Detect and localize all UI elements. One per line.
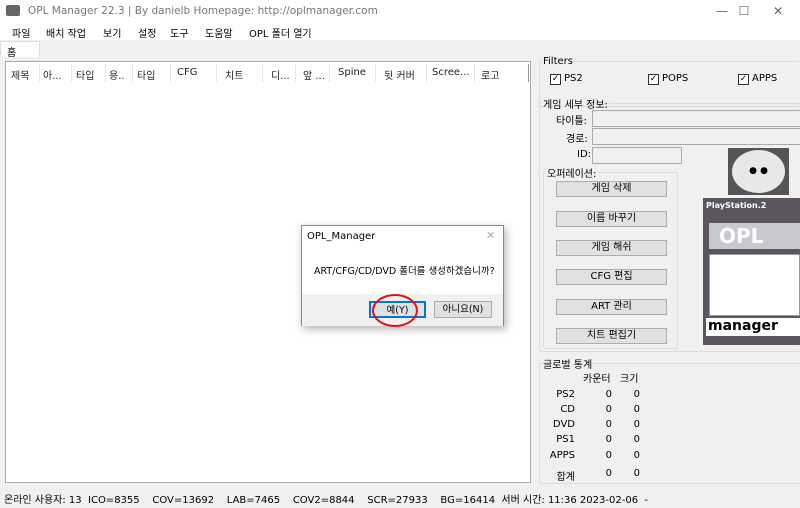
column-header[interactable]: 앞 ...	[303, 67, 325, 82]
cover-screenshot	[709, 254, 800, 316]
column-header[interactable]: Spine	[338, 67, 366, 78]
pops-label: POPS	[662, 73, 689, 84]
column-header[interactable]: 로고	[481, 67, 499, 82]
id-field[interactable]	[592, 147, 682, 164]
column-header[interactable]: 용..	[109, 67, 125, 82]
cheat-editor-button[interactable]: 치트 편집기	[556, 328, 667, 344]
stats-row-label: PS1	[556, 434, 575, 445]
stats-row-label: 합계	[556, 472, 575, 483]
title-field[interactable]	[592, 110, 800, 127]
stats-row-count: 0	[605, 419, 612, 430]
dialog-title: OPL_Manager	[307, 231, 376, 242]
stats-row-count: 0	[605, 434, 612, 445]
tab-home[interactable]: 홈	[0, 41, 40, 59]
edit-cfg-button[interactable]: CFG 편집	[556, 269, 667, 285]
no-button[interactable]: 아니요(N)	[434, 301, 492, 318]
stats-row-size: 0	[633, 450, 640, 461]
delete-game-button[interactable]: 게임 삭제	[556, 181, 667, 197]
stats-row-size: 0	[633, 419, 640, 430]
dialog-message: ART/CFG/CD/DVD 폴더를 생성하겠습니까?	[314, 266, 495, 277]
stats-header-size: 크기	[620, 374, 639, 385]
stats-row-label: APPS	[549, 450, 575, 461]
title-bar: OPL Manager 22.3 | By danielb Homepage: …	[0, 0, 800, 22]
rename-button[interactable]: 이름 바꾸기	[556, 211, 667, 227]
cover-header: PlayStation.2	[706, 201, 767, 210]
apps-label: APPS	[752, 73, 778, 84]
disc-logo: ● ●	[732, 150, 785, 193]
path-field[interactable]	[592, 128, 800, 145]
game-details-title: 게임 세부 정보:	[543, 100, 608, 111]
column-header[interactable]: 뒷 커버	[384, 67, 415, 82]
status-bar: 온라인 사용자: 13 ICO=8355 COV=13692 LAB=7465 …	[4, 495, 649, 506]
cover-logo: OPL	[709, 223, 800, 249]
disc-image: ● ●	[728, 148, 789, 195]
column-header[interactable]: 디...	[271, 67, 290, 82]
stats-row-size: 0	[633, 434, 640, 445]
title-label: 타이틀:	[556, 116, 587, 127]
filters-title: Filters	[543, 56, 573, 67]
column-header[interactable]: CFG	[177, 67, 197, 78]
menu-tools[interactable]: 도구	[170, 25, 188, 40]
path-label: 경로:	[566, 134, 588, 145]
stats-row-count: 0	[605, 468, 612, 479]
pops-checkbox[interactable]: ✓	[648, 74, 659, 85]
stats-row-label: DVD	[552, 419, 575, 430]
menu-file[interactable]: 파일	[12, 25, 30, 40]
window-title: OPL Manager 22.3 | By danielb Homepage: …	[28, 5, 378, 17]
menu-bar: 파일 배치 작업 보기 설정 도구 도움말 OPL 폴더 열기	[0, 22, 800, 40]
column-header[interactable]: 타입	[76, 67, 94, 82]
close-button[interactable]: ✕	[756, 0, 800, 22]
global-stats-title: 글로벌 통계	[543, 360, 593, 371]
dialog-close-button[interactable]: ✕	[486, 229, 495, 242]
stats-row-size: 0	[633, 389, 640, 400]
menu-batch[interactable]: 배치 작업	[46, 25, 86, 40]
column-header[interactable]: 타입	[137, 67, 155, 82]
menu-view[interactable]: 보기	[103, 25, 121, 40]
stats-row-size: 0	[633, 468, 640, 479]
stats-header-counter: 카운터	[583, 374, 611, 385]
cover-footer: manager	[706, 318, 800, 336]
menu-open-opl-folder[interactable]: OPL 폴더 열기	[249, 25, 312, 40]
ps2-label: PS2	[564, 73, 583, 84]
stats-row-count: 0	[605, 389, 612, 400]
manage-art-button[interactable]: ART 관리	[556, 299, 667, 315]
menu-settings[interactable]: 설정	[138, 25, 156, 40]
menu-help[interactable]: 도움말	[205, 25, 233, 40]
game-hash-button[interactable]: 게임 해쉬	[556, 240, 667, 256]
apps-checkbox[interactable]: ✓	[738, 74, 749, 85]
stats-row-label: CD	[560, 404, 575, 415]
id-label: ID:	[577, 149, 592, 160]
global-stats-group: 글로벌 통계	[539, 356, 800, 484]
column-header[interactable]: 아...	[43, 67, 62, 82]
operations-title: 오퍼레이션:	[547, 169, 597, 180]
cover-image: PlayStation.2 OPL manager	[703, 198, 800, 345]
highlight-circle	[372, 294, 418, 327]
column-header[interactable]: 치트	[225, 67, 243, 82]
ps2-checkbox[interactable]: ✓	[550, 74, 561, 85]
stats-row-label: PS2	[556, 389, 575, 400]
column-header[interactable]: Scree...	[432, 67, 470, 78]
column-header[interactable]: 제목	[11, 67, 29, 82]
stats-row-count: 0	[605, 404, 612, 415]
stats-row-size: 0	[633, 404, 640, 415]
stats-row-count: 0	[605, 450, 612, 461]
app-icon	[6, 5, 20, 16]
